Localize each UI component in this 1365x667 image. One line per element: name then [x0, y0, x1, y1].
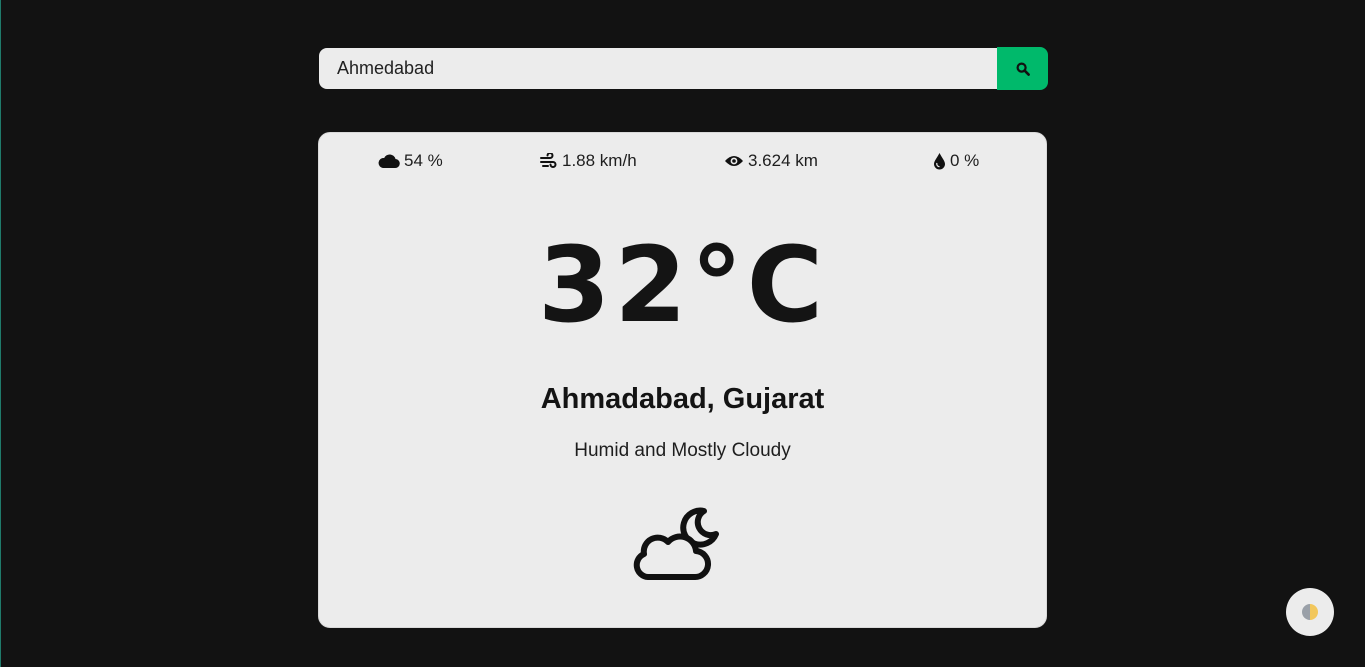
precipitation-stat: 0 %: [933, 151, 979, 171]
precipitation-value: 0 %: [950, 151, 980, 170]
temperature: 32°C: [537, 224, 828, 346]
wind-icon: [540, 153, 557, 168]
wind-stat: 1.88 km/h: [540, 151, 637, 171]
visibility-stat: 3.624 km: [724, 151, 818, 171]
search-bar: [319, 47, 1048, 90]
cloud-icon: [378, 154, 400, 169]
search-icon: [1015, 61, 1030, 76]
location-name: Ahmadabad, Gujarat: [540, 383, 825, 415]
search-button[interactable]: [997, 47, 1048, 90]
visibility-value: 3.624 km: [748, 151, 818, 170]
wind-value: 1.88 km/h: [562, 151, 637, 170]
theme-toggle-button[interactable]: [1286, 588, 1334, 636]
weather-card: 54 % 1.88 km/h 3.624 km 0 % 32°C Ahmadab…: [318, 132, 1047, 628]
page-edge: [0, 0, 1, 667]
contrast-icon: [1302, 604, 1318, 620]
cloudiness-value: 54 %: [404, 151, 443, 170]
cloudiness-stat: 54 %: [378, 151, 443, 171]
cloud-moon-icon: [633, 507, 719, 581]
weather-stats: 54 % 1.88 km/h 3.624 km 0 %: [319, 151, 1046, 175]
weather-condition: Humid and Mostly Cloudy: [574, 440, 791, 461]
eye-icon: [725, 156, 743, 166]
search-input[interactable]: [319, 48, 997, 89]
droplet-icon: [934, 153, 945, 170]
